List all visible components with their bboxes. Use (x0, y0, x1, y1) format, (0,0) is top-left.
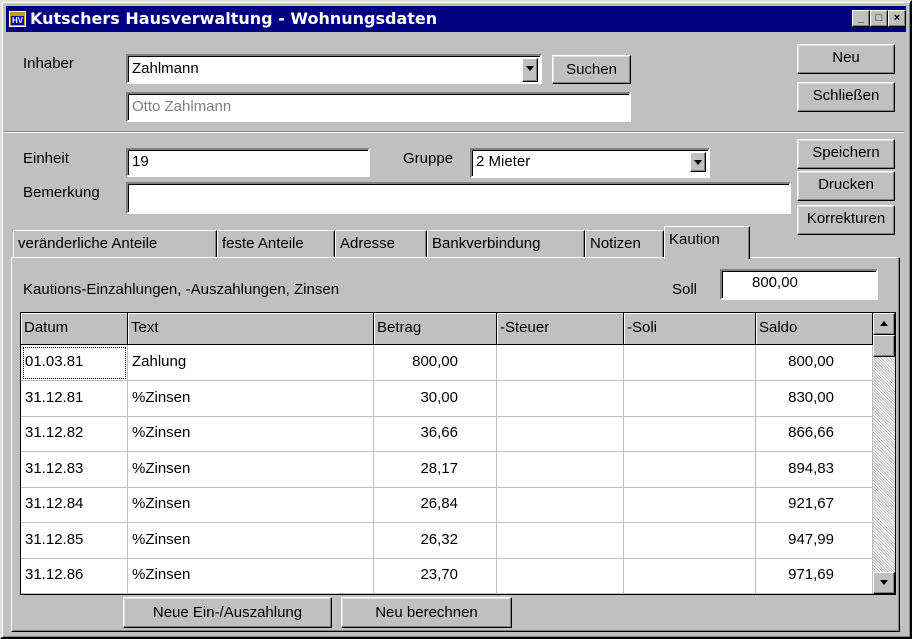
tab-kaution[interactable]: Kaution (664, 226, 750, 259)
cell-amount[interactable]: 30,00 (374, 380, 497, 417)
cell-date[interactable]: 31.12.83 (21, 451, 128, 488)
maximize-icon: □ (875, 12, 883, 24)
owner-dropdown-arrow-icon[interactable] (522, 58, 538, 82)
owner-select[interactable]: Zahlmann (126, 54, 542, 84)
close-window-button[interactable]: × (888, 10, 906, 27)
soll-field[interactable]: 800,00 (720, 269, 878, 300)
recalculate-button[interactable]: Neu berechnen (341, 597, 512, 628)
cell-soli[interactable] (624, 416, 756, 452)
window-title: Kutschers Hausverwaltung - Wohnungsdaten (30, 9, 438, 28)
cell-tax[interactable] (497, 558, 624, 594)
group-select[interactable]: 2 Mieter (470, 148, 710, 178)
cell-tax[interactable] (497, 380, 624, 417)
cell-text[interactable]: %Zinsen (128, 416, 374, 452)
column-header-datum[interactable]: Datum (21, 313, 128, 345)
cell-balance[interactable]: 971,69 (756, 558, 873, 594)
cell-soli[interactable] (624, 345, 756, 381)
group-label: Gruppe (403, 150, 454, 167)
cell-date[interactable]: 31.12.81 (21, 380, 128, 417)
new-deposit-entry-button[interactable]: Neue Ein-/Auszahlung (123, 597, 332, 628)
deposit-heading: Kautions-Einzahlungen, -Auszahlungen, Zi… (23, 281, 340, 298)
cell-balance[interactable]: 866,66 (756, 416, 873, 452)
section-divider (4, 131, 904, 133)
tab-notizen[interactable]: Notizen (585, 230, 664, 257)
tab-bankverbindung[interactable]: Bankverbindung (427, 230, 585, 257)
cell-amount[interactable]: 28,17 (374, 451, 497, 488)
cell-text[interactable]: %Zinsen (128, 522, 374, 559)
cell-date[interactable]: 31.12.86 (21, 558, 128, 594)
tab-veraenderliche-anteile[interactable]: veränderliche Anteile (13, 230, 217, 257)
column-header-saldo[interactable]: Saldo (756, 313, 873, 345)
cell-soli[interactable] (624, 558, 756, 594)
cell-soli[interactable] (624, 451, 756, 488)
soll-label: Soll (672, 281, 698, 298)
remark-label: Bemerkung (23, 184, 100, 201)
cell-soli[interactable] (624, 380, 756, 417)
cell-text[interactable]: %Zinsen (128, 558, 374, 594)
column-header-soli[interactable]: -Soli (624, 313, 756, 345)
cell-text[interactable]: %Zinsen (128, 451, 374, 488)
cell-text[interactable]: Zahlung (128, 345, 374, 381)
cell-balance[interactable]: 830,00 (756, 380, 873, 417)
minimize-icon: _ (857, 12, 865, 24)
cell-tax[interactable] (497, 522, 624, 559)
cell-tax[interactable] (497, 416, 624, 452)
tab-adresse[interactable]: Adresse (335, 230, 427, 257)
cell-balance[interactable]: 921,67 (756, 487, 873, 523)
cell-balance[interactable]: 947,99 (756, 522, 873, 559)
unit-field[interactable]: 19 (126, 148, 370, 177)
cell-tax[interactable] (497, 345, 624, 381)
cell-amount[interactable]: 26,84 (374, 487, 497, 523)
close-button[interactable]: Schließen (797, 82, 895, 112)
column-header-betrag[interactable]: Betrag (374, 313, 497, 345)
cell-balance[interactable]: 894,83 (756, 451, 873, 488)
column-header-text[interactable]: Text (128, 313, 374, 345)
print-button[interactable]: Drucken (797, 171, 895, 201)
unit-label: Einheit (23, 150, 69, 167)
search-button[interactable]: Suchen (552, 55, 631, 84)
close-icon: × (893, 12, 901, 24)
minimize-button[interactable]: _ (852, 10, 870, 27)
cell-tax[interactable] (497, 451, 624, 488)
owner-select-value: Zahlmann (132, 60, 199, 77)
cell-date[interactable]: 31.12.85 (21, 522, 128, 559)
cell-soli[interactable] (624, 522, 756, 559)
group-dropdown-arrow-icon[interactable] (690, 152, 706, 172)
corrections-button[interactable]: Korrekturen (797, 205, 895, 235)
title-bar[interactable]: HV Kutschers Hausverwaltung - Wohnungsda… (6, 6, 906, 32)
cell-balance[interactable]: 800,00 (756, 345, 873, 381)
vertical-scrollbar[interactable] (873, 313, 895, 594)
cell-date[interactable]: 31.12.84 (21, 487, 128, 523)
cell-amount[interactable]: 23,70 (374, 558, 497, 594)
app-icon-text: HV (11, 16, 25, 25)
new-button[interactable]: Neu (797, 44, 895, 74)
cell-soli[interactable] (624, 487, 756, 523)
deposit-table[interactable]: Datum Text Betrag -Steuer -Soli Saldo 01… (20, 312, 896, 595)
tab-feste-anteile[interactable]: feste Anteile (217, 230, 335, 257)
app-icon[interactable]: HV (9, 11, 26, 27)
remark-field[interactable] (126, 182, 791, 214)
group-select-value: 2 Mieter (476, 153, 531, 170)
cell-date[interactable]: 01.03.81 (21, 345, 128, 381)
scroll-down-icon[interactable] (873, 572, 895, 594)
owner-full-name-field: Otto Zahlmann (126, 92, 631, 122)
cell-text[interactable]: %Zinsen (128, 380, 374, 417)
cell-amount[interactable]: 36,66 (374, 416, 497, 452)
cell-amount[interactable]: 26,32 (374, 522, 497, 559)
owner-label: Inhaber (23, 55, 74, 72)
cell-date[interactable]: 31.12.82 (21, 416, 128, 452)
column-header-steuer[interactable]: -Steuer (497, 313, 624, 345)
scroll-up-icon[interactable] (873, 313, 895, 335)
maximize-button[interactable]: □ (870, 10, 888, 27)
save-button[interactable]: Speichern (797, 139, 895, 169)
scroll-thumb[interactable] (873, 335, 895, 357)
cell-tax[interactable] (497, 487, 624, 523)
cell-amount[interactable]: 800,00 (374, 345, 497, 381)
cell-text[interactable]: %Zinsen (128, 487, 374, 523)
